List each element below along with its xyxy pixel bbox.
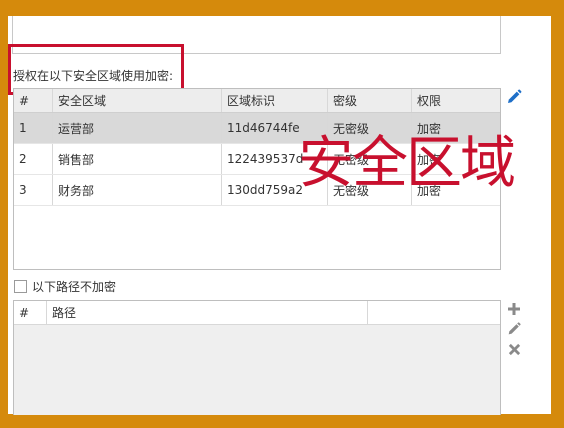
cell-zone-id: 11d46744fe xyxy=(222,113,328,143)
cell-zone-id: 122439537d xyxy=(222,144,328,174)
col-header-level: 密级 xyxy=(328,89,412,112)
excluded-paths-table: # 路径 xyxy=(13,300,501,415)
edit-path-pencil-icon[interactable] xyxy=(505,320,523,338)
cell-zone: 财务部 xyxy=(53,175,222,205)
exclude-paths-label: 以下路径不加密 xyxy=(32,280,117,294)
table-row[interactable]: 3 财务部 130dd759a2 无密级 加密 xyxy=(14,175,500,206)
cell-zone: 销售部 xyxy=(53,144,222,174)
cell-zone-id: 130dd759a2 xyxy=(222,175,328,205)
security-zones-table: # 安全区域 区域标识 密级 权限 1 运营部 11d46744fe 无密级 加… xyxy=(13,88,501,270)
table-row[interactable]: 1 运营部 11d46744fe 无密级 加密 xyxy=(14,113,500,144)
col-header-index: # xyxy=(14,301,47,324)
edit-zone-pencil-icon[interactable] xyxy=(505,88,523,106)
cell-level: 无密级 xyxy=(328,144,412,174)
cell-index: 1 xyxy=(14,113,53,143)
window-frame: 授权在以下安全区域使用加密: # 安全区域 区域标识 密级 权限 1 运营部 1… xyxy=(0,0,564,428)
paths-actions xyxy=(505,300,523,360)
cell-permission: 加密 xyxy=(417,183,442,198)
exclude-paths-checkbox[interactable] xyxy=(14,280,27,293)
zones-table-header: # 安全区域 区域标识 密级 权限 xyxy=(14,89,500,113)
col-header-zone: 安全区域 xyxy=(53,89,222,112)
cell-level: 无密级 xyxy=(328,175,412,205)
exclude-paths-option[interactable]: 以下路径不加密 xyxy=(14,278,116,295)
cell-permission: 加密 xyxy=(417,152,442,167)
table-row[interactable]: 2 销售部 122439537d 无密级 加密 xyxy=(14,144,500,175)
cell-level: 无密级 xyxy=(328,113,412,143)
col-header-extra xyxy=(368,301,500,324)
col-header-zone-id: 区域标识 xyxy=(222,89,328,112)
col-header-permission: 权限 xyxy=(417,94,442,108)
cell-zone: 运营部 xyxy=(53,113,222,143)
cell-index: 3 xyxy=(14,175,53,205)
cell-index: 2 xyxy=(14,144,53,174)
settings-panel: 授权在以下安全区域使用加密: # 安全区域 区域标识 密级 权限 1 运营部 1… xyxy=(8,16,551,415)
paths-table-header: # 路径 xyxy=(14,301,500,325)
add-path-plus-icon[interactable] xyxy=(505,300,523,318)
col-header-path: 路径 xyxy=(47,301,368,324)
col-header-index: # xyxy=(14,89,53,112)
remove-path-close-icon[interactable] xyxy=(505,340,523,358)
cell-permission: 加密 xyxy=(417,121,442,136)
